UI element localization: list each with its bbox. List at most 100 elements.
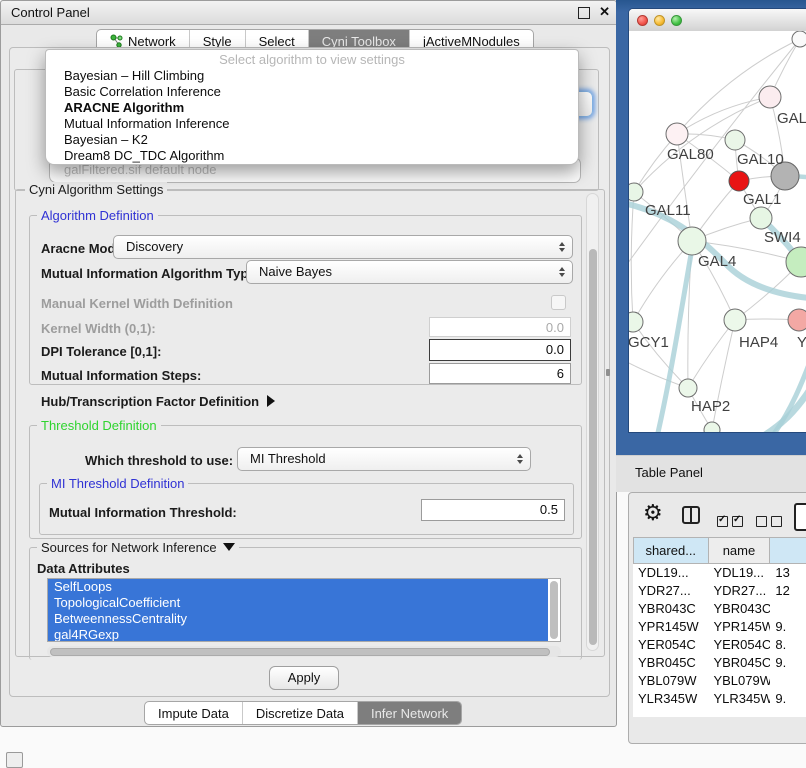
node-hap4[interactable] [724, 309, 746, 331]
algorithm-list-item[interactable]: Dream8 DC_TDC Algorithm [46, 148, 578, 164]
cell-value: 9. [770, 618, 806, 636]
cell-value: 8. [770, 636, 806, 654]
close-icon[interactable]: ✕ [599, 4, 610, 20]
node-gal-pink[interactable] [759, 86, 781, 108]
attr-list-hscrollbar[interactable] [47, 646, 561, 657]
table-row[interactable]: YBR045C YBR045C 9. [633, 654, 806, 672]
attribute-item-selected[interactable]: BetweennessCentrality [48, 611, 548, 627]
algorithm-list-item[interactable]: Bayesian – K2 [46, 132, 578, 148]
column-header-name[interactable]: name [709, 537, 771, 564]
collapsed-arrow-icon [267, 395, 275, 407]
dpi-tolerance-field[interactable]: 0.0 [429, 339, 571, 361]
attr-list-scrollbar[interactable] [549, 580, 559, 640]
table-row[interactable]: YBL079W YBL079W [633, 672, 806, 690]
algorithm-list-item[interactable]: Bayesian – Hill Climbing [46, 68, 578, 84]
table-row[interactable]: YER054C YER054C 8. [633, 636, 806, 654]
cell-shared-name: YIL052C [633, 708, 708, 710]
network-window-titlebar[interactable] [629, 9, 806, 32]
attribute-item-selected[interactable]: SelfLoops [48, 579, 548, 595]
algorithm-list-item[interactable]: Mutual Information Inference [46, 116, 578, 132]
kernel-width-label: Kernel Width (0,1): [41, 321, 156, 336]
table-row[interactable]: YDR27... YDR27... 12 [633, 582, 806, 600]
network-view-window[interactable]: GAL GAL80 GAL10 GAL1 GAL11 SWI4 GAL4 GCY… [628, 8, 806, 433]
kernel-width-field[interactable]: 0.0 [429, 317, 571, 337]
new-attribute-icon[interactable] [794, 503, 806, 531]
apply-button[interactable]: Apply [269, 666, 339, 690]
cell-shared-name: YDL19... [633, 564, 708, 582]
which-threshold-select[interactable]: MI Threshold [237, 447, 531, 471]
table-row[interactable]: YIL052C YIL052C 9. [633, 708, 806, 710]
tab-impute-data[interactable]: Impute Data [145, 702, 243, 724]
zoom-traffic-light-icon[interactable] [671, 15, 682, 26]
attribute-item-selected[interactable]: TopologicalCoefficient [48, 595, 548, 611]
node-label: GAL1 [743, 191, 781, 208]
tab-infer-network[interactable]: Infer Network [358, 702, 461, 724]
tab-impute-label: Impute Data [158, 706, 229, 721]
node-gal10[interactable] [725, 130, 745, 150]
cell-value: 9. [770, 708, 806, 710]
column-header-partial[interactable] [770, 537, 806, 564]
data-attributes-list[interactable]: SelfLoopsTopologicalCoefficientBetweenne… [47, 578, 561, 642]
node-label: GAL4 [698, 253, 736, 270]
table-panel-window: ⚙ shared... name YDL19... YDL19... 13 YD… [628, 492, 806, 744]
node-label: SWI4 [764, 229, 801, 246]
node-gal11[interactable] [629, 183, 643, 201]
node-swi4[interactable] [750, 207, 772, 229]
minimized-panel-icon[interactable] [6, 752, 23, 768]
deselect-all-checkboxes-icon[interactable] [756, 514, 786, 532]
mi-type-label: Mutual Information Algorithm Type: [41, 266, 260, 281]
float-window-icon[interactable] [578, 7, 590, 19]
cell-name: YDL19... [708, 564, 770, 582]
node-salmon[interactable] [788, 309, 806, 331]
mi-threshold-group-title: MI Threshold Definition [47, 476, 188, 491]
sources-group-title[interactable]: Sources for Network Inference [37, 540, 239, 555]
settings-scrollbar[interactable] [586, 193, 599, 651]
mi-steps-label: Mutual Information Steps: [41, 368, 201, 383]
mi-steps-field[interactable]: 6 [429, 363, 571, 384]
node-hap2[interactable] [679, 379, 697, 397]
stepper-arrows-icon [559, 242, 565, 252]
hub-definition-toggle[interactable]: Hub/Transcription Factor Definition [41, 394, 275, 409]
cell-shared-name: YPR145W [633, 618, 708, 636]
node-partial-top[interactable] [792, 31, 806, 47]
tab-discretize-data[interactable]: Discretize Data [243, 702, 358, 724]
node-partial-bottom[interactable] [704, 422, 720, 433]
cell-name: YDR27... [708, 582, 770, 600]
cell-name: YER054C [708, 636, 770, 654]
network-icon [110, 34, 123, 48]
node-gal4[interactable] [678, 227, 706, 255]
algorithm-list-item[interactable]: Basic Correlation Inference [46, 84, 578, 100]
close-traffic-light-icon[interactable] [637, 15, 648, 26]
gear-icon[interactable]: ⚙ [643, 500, 663, 526]
node-label: GCY1 [629, 334, 669, 351]
mi-type-select[interactable]: Naive Bayes [246, 260, 573, 284]
control-panel-titlebar: Control Panel ✕ [1, 1, 616, 25]
table-row[interactable]: YDL19... YDL19... 13 [633, 564, 806, 582]
manual-kernel-checkbox[interactable] [551, 295, 566, 310]
select-all-checkboxes-icon[interactable] [717, 514, 747, 532]
which-threshold-value: MI Threshold [250, 451, 326, 466]
column-layout-icon[interactable] [682, 506, 700, 524]
mi-threshold-field[interactable]: 0.5 [421, 499, 565, 521]
tab-infer-label: Infer Network [371, 706, 448, 721]
network-canvas[interactable]: GAL GAL80 GAL10 GAL1 GAL11 SWI4 GAL4 GCY… [629, 31, 806, 433]
table-row[interactable]: YLR345W YLR345W 9. [633, 690, 806, 708]
scrollbar-thumb[interactable] [589, 249, 597, 645]
attribute-item-selected[interactable]: gal4RGexp [48, 627, 548, 642]
node-label: GAL80 [667, 146, 714, 163]
table-row[interactable]: YBR043C YBR043C [633, 600, 806, 618]
node-table[interactable]: shared... name YDL19... YDL19... 13 YDR2… [633, 537, 806, 717]
table-row[interactable]: YPR145W YPR145W 9. [633, 618, 806, 636]
network-labels: GAL GAL80 GAL10 GAL1 GAL11 SWI4 GAL4 GCY… [629, 110, 806, 415]
column-header-shared[interactable]: shared... [633, 537, 709, 564]
minimize-traffic-light-icon[interactable] [654, 15, 665, 26]
splitter-handle[interactable] [606, 369, 610, 376]
cell-name: YLR345W [708, 690, 770, 708]
mi-threshold-label: Mutual Information Threshold: [49, 505, 237, 520]
node-gal1-red[interactable] [729, 171, 749, 191]
node-gal80[interactable] [666, 123, 688, 145]
aracne-mode-select[interactable]: Discovery [113, 235, 573, 259]
algorithm-definition-title: Algorithm Definition [37, 208, 158, 223]
node-gcy1[interactable] [629, 312, 643, 332]
algorithm-list-item[interactable]: ARACNE Algorithm [46, 100, 578, 116]
